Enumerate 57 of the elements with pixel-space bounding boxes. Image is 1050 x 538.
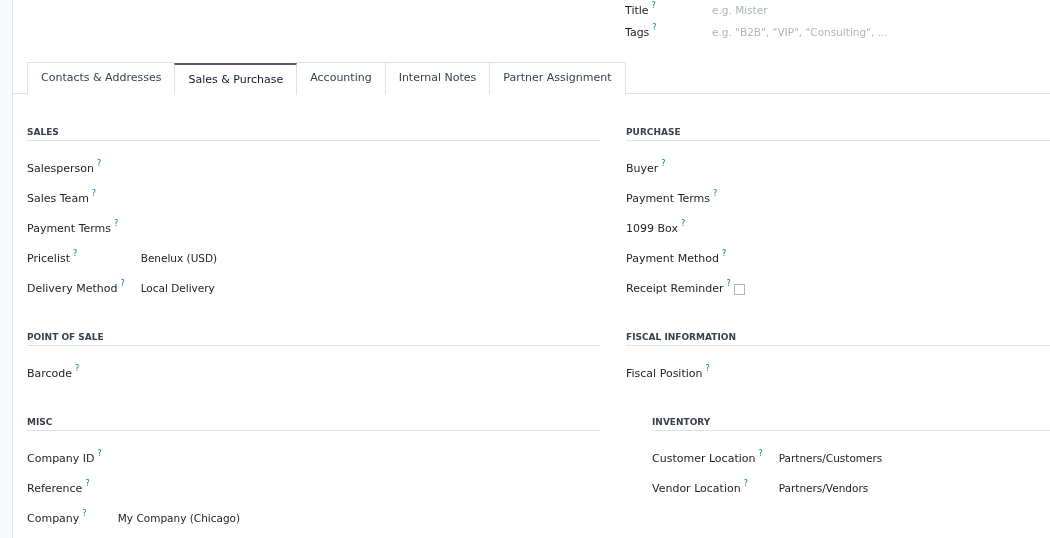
help-tooltip-mark[interactable]: ?	[743, 480, 748, 488]
text-input-field[interactable]: e.g. Mister	[712, 3, 912, 19]
field-label: Reference	[27, 482, 83, 496]
help-tooltip-mark[interactable]: ?	[705, 365, 710, 373]
help-tooltip-mark[interactable]: ?	[713, 190, 718, 198]
field-label: Vendor Location	[652, 482, 741, 496]
field-label: Payment Method	[626, 252, 719, 266]
help-tooltip-mark[interactable]: ?	[97, 450, 102, 458]
section-heading: INVENTORY	[652, 415, 1050, 431]
help-tooltip-mark[interactable]: ?	[85, 480, 90, 488]
field-value[interactable]: Partners/Customers	[778, 451, 883, 467]
field-label: Barcode	[27, 367, 73, 381]
help-tooltip-mark[interactable]: ?	[652, 24, 657, 32]
field-label: Customer Location	[652, 452, 756, 466]
field-value[interactable]: Benelux (USD)	[140, 251, 218, 267]
field-label: Pricelist	[27, 252, 70, 266]
field-label: Payment Terms	[626, 192, 711, 206]
field-label: Receipt Reminder	[626, 282, 724, 296]
field-label: Delivery Method	[27, 282, 118, 296]
field-label: 1099 Box	[626, 222, 678, 236]
help-tooltip-mark[interactable]: ?	[726, 280, 731, 288]
help-tooltip-mark[interactable]: ?	[75, 365, 80, 373]
field-value[interactable]: Partners/Vendors	[778, 481, 869, 497]
field-label: Title	[625, 4, 649, 18]
section-heading: SALES	[27, 125, 600, 141]
help-tooltip-mark[interactable]: ?	[758, 450, 763, 458]
section-heading: MISC	[27, 415, 600, 431]
field-value[interactable]: My Company (Chicago)	[117, 511, 241, 527]
help-tooltip-mark[interactable]: ?	[91, 190, 97, 198]
checkbox[interactable]	[733, 283, 745, 295]
field-label: Company	[27, 512, 80, 526]
help-tooltip-mark[interactable]: ?	[651, 2, 656, 10]
field-label: Payment Terms	[27, 222, 112, 236]
help-tooltip-mark[interactable]: ?	[721, 250, 727, 258]
field-label: Fiscal Position	[626, 367, 703, 381]
help-tooltip-mark[interactable]: ?	[97, 160, 102, 168]
section-heading: POINT OF SALE	[27, 330, 600, 346]
section-heading: PURCHASE	[626, 125, 1050, 141]
field-label: Salesperson	[27, 162, 94, 176]
help-tooltip-mark[interactable]: ?	[82, 510, 87, 518]
field-label: Company ID	[27, 452, 95, 466]
field-label: Tags	[625, 26, 650, 40]
field-value[interactable]: Local Delivery	[140, 281, 215, 297]
tab[interactable]: Sales & Purchase	[174, 63, 298, 95]
help-tooltip-mark[interactable]: ?	[73, 250, 78, 258]
text-input-field[interactable]: e.g. "B2B", "VIP", "Consulting", ...	[712, 25, 912, 41]
tab[interactable]: Contacts & Addresses	[27, 62, 176, 94]
tab[interactable]: Accounting	[296, 62, 386, 94]
field-label: Sales Team	[27, 192, 89, 206]
field-label: Buyer	[626, 162, 659, 176]
tab[interactable]: Partner Assignment	[489, 62, 626, 94]
section-heading: FISCAL INFORMATION	[626, 330, 1050, 346]
help-tooltip-mark[interactable]: ?	[661, 160, 666, 168]
help-tooltip-mark[interactable]: ?	[120, 280, 125, 288]
help-tooltip-mark[interactable]: ?	[114, 220, 119, 228]
help-tooltip-mark[interactable]: ?	[680, 220, 686, 228]
tab[interactable]: Internal Notes	[384, 62, 491, 94]
